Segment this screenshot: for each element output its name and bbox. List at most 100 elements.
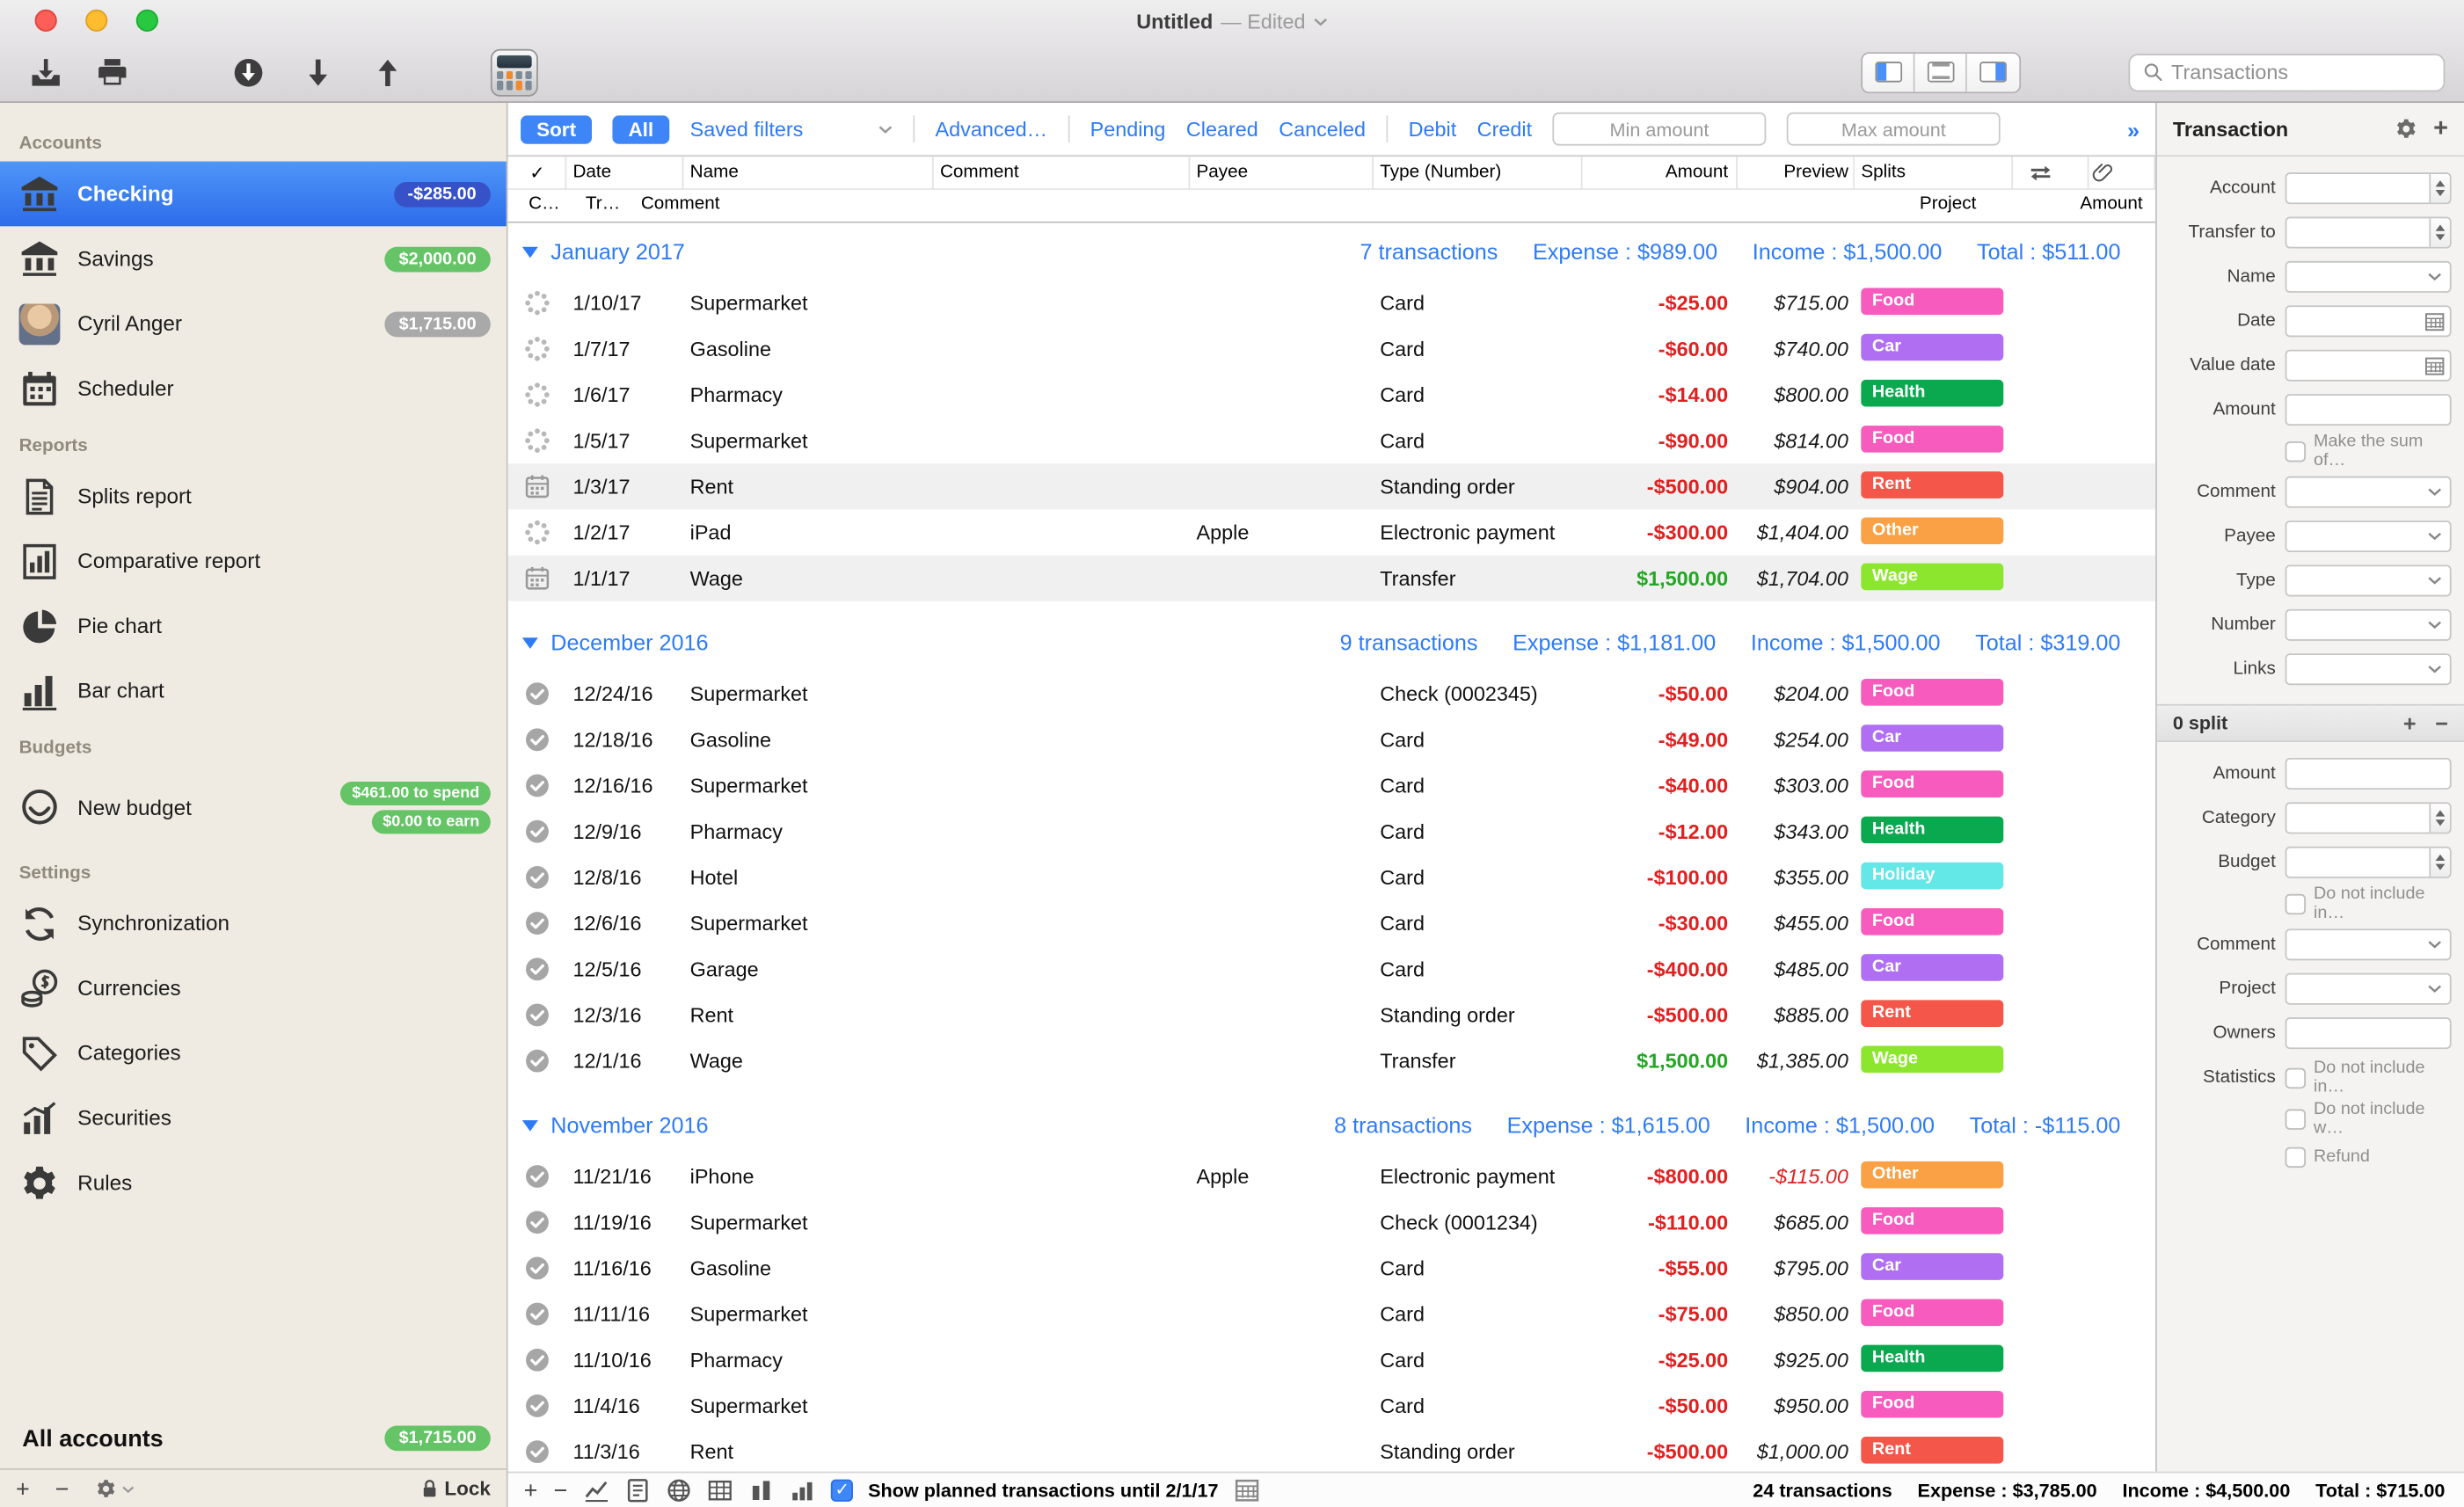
header-comment[interactable]: Comment bbox=[934, 156, 1191, 189]
add-split-button[interactable]: + bbox=[2403, 712, 2417, 734]
disclosure-triangle-icon[interactable] bbox=[522, 1119, 538, 1131]
transaction-row[interactable]: 1/3/17RentStanding order-$500.00$904.00R… bbox=[508, 463, 2155, 509]
disclosure-triangle-icon[interactable] bbox=[522, 637, 538, 648]
amount-field[interactable] bbox=[2285, 394, 2452, 426]
transaction-row[interactable]: 12/3/16RentStanding order-$500.00$885.00… bbox=[508, 992, 2155, 1037]
stepper-control[interactable] bbox=[2429, 174, 2449, 202]
sidebar-item-splits-report[interactable]: Splits report bbox=[0, 463, 507, 528]
toggle-sidebar-button[interactable] bbox=[1863, 53, 1914, 91]
header-amount[interactable]: Amount bbox=[1583, 156, 1738, 189]
header-type[interactable]: Type (Number) bbox=[1374, 156, 1583, 189]
budget-field[interactable] bbox=[2285, 847, 2452, 878]
add-account-button[interactable]: + bbox=[16, 1477, 30, 1501]
category-tag[interactable]: Other bbox=[1861, 517, 2003, 544]
sidebar-item-synchronization[interactable]: Synchronization bbox=[0, 891, 507, 956]
min-amount-input[interactable]: Min amount bbox=[1552, 113, 1766, 146]
header-tr[interactable]: Tr… bbox=[586, 194, 620, 214]
title-menu-chevron-icon[interactable] bbox=[1314, 18, 1328, 27]
transaction-row[interactable]: 11/4/16SupermarketCard-$50.00$950.00Food bbox=[508, 1383, 2155, 1429]
saved-filters-dropdown[interactable]: Saved filters bbox=[690, 117, 893, 141]
header-name[interactable]: Name bbox=[683, 156, 933, 189]
category-tag[interactable]: Food bbox=[1861, 1390, 2003, 1417]
more-filters-button[interactable]: » bbox=[2127, 116, 2140, 142]
filter-cleared[interactable]: Cleared bbox=[1186, 117, 1258, 141]
amount-field[interactable] bbox=[2285, 758, 2452, 790]
checkbox[interactable] bbox=[2285, 1147, 2306, 1167]
sidebar-item-checking[interactable]: Checking-$285.00 bbox=[0, 162, 507, 227]
header-date[interactable]: Date bbox=[566, 156, 683, 189]
category-tag[interactable]: Health bbox=[1861, 1344, 2003, 1372]
export-button[interactable] bbox=[19, 48, 73, 96]
toggle-inspector-button[interactable] bbox=[1967, 53, 2019, 91]
category-tag[interactable]: Wage bbox=[1861, 563, 2003, 590]
category-field[interactable] bbox=[2285, 802, 2452, 834]
category-tag[interactable]: Food bbox=[1861, 770, 2003, 797]
links-field[interactable] bbox=[2285, 653, 2452, 685]
category-tag[interactable]: Car bbox=[1861, 724, 2003, 751]
checkbox[interactable] bbox=[2285, 440, 2306, 461]
search-field[interactable]: Transactions bbox=[2128, 53, 2445, 91]
transaction-row[interactable]: 1/6/17PharmacyCard-$14.00$800.00Health bbox=[508, 372, 2155, 418]
category-tag[interactable]: Food bbox=[1861, 678, 2003, 705]
header-amount2[interactable]: Amount bbox=[2080, 194, 2142, 214]
table-icon[interactable] bbox=[707, 1478, 733, 1503]
stepper-control[interactable] bbox=[2429, 218, 2449, 246]
category-tag[interactable]: Food bbox=[1861, 1299, 2003, 1326]
transaction-row[interactable]: 12/5/16GarageCard-$400.00$485.00Car bbox=[508, 946, 2155, 992]
payee-field[interactable] bbox=[2285, 521, 2452, 552]
category-tag[interactable]: Rent bbox=[1861, 999, 2003, 1026]
transaction-row[interactable]: 12/9/16PharmacyCard-$12.00$343.00Health bbox=[508, 809, 2155, 855]
checkbox[interactable] bbox=[2285, 1109, 2306, 1129]
filter-all-button[interactable]: All bbox=[612, 114, 669, 142]
category-tag[interactable]: Car bbox=[1861, 333, 2003, 360]
category-tag[interactable]: Other bbox=[1861, 1161, 2003, 1188]
month-group-header-january-2017[interactable]: January 20177 transactionsExpense : $989… bbox=[508, 223, 2155, 280]
category-tag[interactable]: Health bbox=[1861, 816, 2003, 843]
sidebar-item-bar-chart[interactable]: Bar chart bbox=[0, 659, 507, 724]
transaction-row[interactable]: 11/3/16RentStanding order-$500.00$1,000.… bbox=[508, 1429, 2155, 1472]
category-tag[interactable]: Health bbox=[1861, 379, 2003, 406]
category-tag[interactable]: Rent bbox=[1861, 470, 2003, 498]
transaction-row[interactable]: 11/19/16SupermarketCheck (0001234)-$110.… bbox=[508, 1199, 2155, 1245]
sidebar-item-new-budget[interactable]: New budget$461.00 to spend$0.00 to earn bbox=[0, 766, 507, 848]
transaction-row[interactable]: 12/1/16WageTransfer$1,500.00$1,385.00Wag… bbox=[508, 1038, 2155, 1084]
header-preview[interactable]: Preview bbox=[1738, 156, 1855, 189]
lock-button[interactable]: Lock bbox=[420, 1478, 491, 1500]
category-tag[interactable]: Rent bbox=[1861, 1436, 2003, 1463]
month-group-header-november-2016[interactable]: November 20168 transactionsExpense : $1,… bbox=[508, 1096, 2155, 1154]
columns-chart-icon[interactable] bbox=[747, 1478, 773, 1503]
all-accounts-row[interactable]: All accounts $1,715.00 bbox=[0, 1409, 507, 1468]
remove-transaction-button[interactable]: − bbox=[553, 1479, 567, 1503]
toggle-bottom-panel-button[interactable] bbox=[1915, 53, 1967, 91]
project-field[interactable] bbox=[2285, 973, 2452, 1005]
transaction-row[interactable]: 12/18/16GasolineCard-$49.00$254.00Car bbox=[508, 717, 2155, 762]
category-tag[interactable]: Car bbox=[1861, 953, 2003, 980]
category-tag[interactable]: Wage bbox=[1861, 1045, 2003, 1073]
transaction-row[interactable]: 1/5/17SupermarketCard-$90.00$814.00Food bbox=[508, 418, 2155, 463]
titlebar[interactable]: Untitled — Edited bbox=[0, 0, 2464, 41]
number-field[interactable] bbox=[2285, 609, 2452, 641]
transaction-row[interactable]: 12/24/16SupermarketCheck (0002345)-$50.0… bbox=[508, 671, 2155, 717]
transaction-row[interactable]: 11/16/16GasolineCard-$55.00$795.00Car bbox=[508, 1245, 2155, 1291]
header-payee[interactable]: Payee bbox=[1190, 156, 1374, 189]
sidebar-item-cyril-anger[interactable]: Cyril Anger$1,715.00 bbox=[0, 291, 507, 356]
sidebar-item-categories[interactable]: Categories bbox=[0, 1021, 507, 1086]
sidebar-item-securities[interactable]: Securities bbox=[0, 1086, 507, 1151]
category-tag[interactable]: Food bbox=[1861, 907, 2003, 935]
header-c[interactable]: C… bbox=[529, 194, 560, 214]
category-tag[interactable]: Holiday bbox=[1861, 862, 2003, 889]
month-group-header-december-2016[interactable]: December 20169 transactionsExpense : $1,… bbox=[508, 614, 2155, 671]
transaction-row[interactable]: 1/2/17iPadAppleElectronic payment-$300.0… bbox=[508, 509, 2155, 555]
value-date-field[interactable] bbox=[2285, 350, 2452, 382]
sidebar-item-pie-chart[interactable]: Pie chart bbox=[0, 593, 507, 659]
bar-chart-icon[interactable] bbox=[789, 1478, 814, 1503]
sidebar-item-currencies[interactable]: Currencies bbox=[0, 956, 507, 1021]
type-field[interactable] bbox=[2285, 564, 2452, 596]
transaction-row[interactable]: 11/11/16SupermarketCard-$75.00$850.00Foo… bbox=[508, 1291, 2155, 1336]
header-splits[interactable]: Splits bbox=[1855, 156, 2013, 189]
stepper-control[interactable] bbox=[2429, 848, 2449, 877]
transaction-row[interactable]: 12/8/16HotelCard-$100.00$355.00Holiday bbox=[508, 855, 2155, 900]
inspector-gear-button[interactable] bbox=[2394, 117, 2417, 141]
transaction-row[interactable]: 12/16/16SupermarketCard-$40.00$303.00Foo… bbox=[508, 762, 2155, 808]
disclosure-triangle-icon[interactable] bbox=[522, 246, 538, 258]
